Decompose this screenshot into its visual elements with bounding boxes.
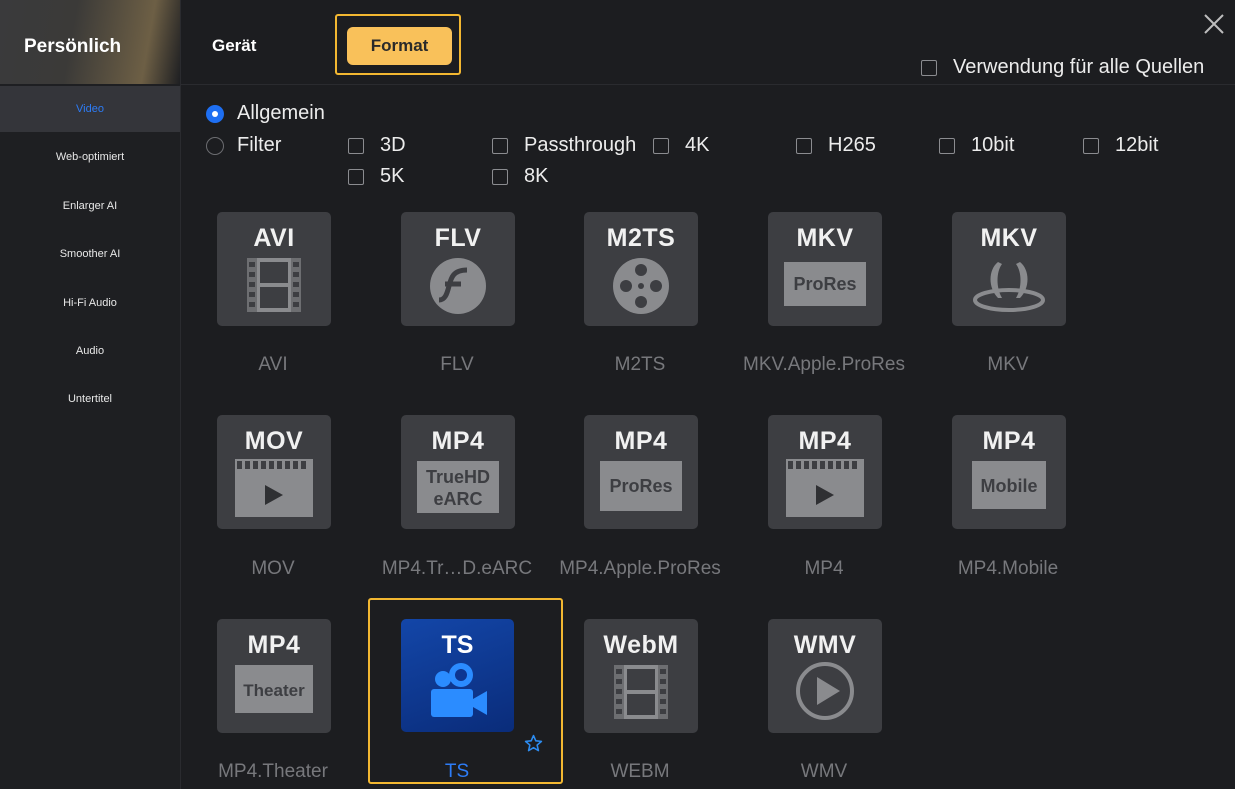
flash-icon	[430, 258, 486, 314]
format-caption-webm: WEBM	[610, 761, 670, 782]
sidebar-title: Persönlich	[24, 36, 122, 57]
format-caption-mp4-prores: MP4.Apple.ProRes	[559, 558, 721, 579]
sidebar: Persönlich Video Web-optimiert Enlarger …	[0, 0, 180, 789]
filter-12bit[interactable]: 12bit	[1083, 134, 1158, 157]
tile-sublabel-2: eARC	[433, 489, 482, 509]
format-caption-ts: TS	[444, 761, 470, 782]
filter-8k-checkbox[interactable]	[492, 168, 508, 185]
format-tile-mp4-prores[interactable]: MP4 ProRes	[584, 415, 698, 529]
apply-all-checkbox[interactable]	[921, 59, 937, 76]
filter-12bit-checkbox[interactable]	[1083, 137, 1099, 154]
filter-10bit-checkbox[interactable]	[939, 137, 955, 154]
sidebar-item-video[interactable]: Video	[0, 86, 180, 132]
filter-10bit[interactable]: 10bit	[939, 134, 1014, 157]
format-tile-ts[interactable]: TS	[401, 619, 514, 732]
sidebar-item-smoother-ai[interactable]: Smoother AI	[0, 231, 180, 277]
sidebar-item-enlarger-ai[interactable]: Enlarger AI	[0, 183, 180, 229]
tile-sublabel: ProRes	[793, 274, 856, 294]
tab-geraet[interactable]: Gerät	[212, 36, 256, 56]
prores-label-icon: ProRes	[784, 262, 866, 306]
filter-h265[interactable]: H265	[796, 134, 876, 157]
format-tile-mp4-truehd[interactable]: MP4 TrueHD eARC	[401, 415, 515, 529]
matroska-icon	[973, 262, 1045, 312]
tile-sublabel: Theater	[243, 681, 305, 700]
filter-3d-label: 3D	[380, 134, 406, 156]
video-player-icon	[235, 459, 313, 517]
tile-sublabel: ProRes	[609, 476, 672, 496]
format-tile-mp4[interactable]: MP4	[768, 415, 882, 529]
tile-sublabel: Mobile	[981, 476, 1038, 496]
sidebar-header: Persönlich	[0, 0, 180, 84]
format-caption-mp4-theater: MP4.Theater	[218, 761, 328, 782]
filter-h265-checkbox[interactable]	[796, 137, 812, 154]
filter-4k-checkbox[interactable]	[653, 137, 669, 154]
sidebar-divider	[180, 0, 181, 789]
format-tile-mp4-mobile[interactable]: MP4 Mobile	[952, 415, 1066, 529]
format-tile-wmv[interactable]: WMV	[768, 619, 882, 733]
sidebar-item-audio[interactable]: Audio	[0, 328, 180, 374]
format-tile-mov[interactable]: MOV	[217, 415, 331, 529]
play-circle-icon	[796, 662, 854, 720]
radio-filter-row[interactable]: Filter	[206, 134, 281, 157]
sidebar-item-untertitel[interactable]: Untertitel	[0, 376, 180, 422]
format-caption-m2ts: M2TS	[614, 354, 666, 375]
format-caption-wmv: WMV	[800, 761, 848, 782]
format-tile-mkv-prores[interactable]: MKV ProRes	[768, 212, 882, 326]
format-tile-m2ts[interactable]: M2TS	[584, 212, 698, 326]
mobile-label-icon: Mobile	[972, 461, 1046, 509]
video-camera-icon	[431, 663, 487, 717]
filter-passthrough-checkbox[interactable]	[492, 137, 508, 154]
video-player-icon	[786, 459, 864, 517]
filter-3d[interactable]: 3D	[348, 134, 406, 157]
filter-passthrough[interactable]: Passthrough	[492, 134, 636, 157]
filter-5k[interactable]: 5K	[348, 165, 404, 188]
sidebar-menu: Video Web-optimiert Enlarger AI Smoother…	[0, 86, 180, 425]
format-tile-avi[interactable]: AVI	[217, 212, 331, 326]
filter-8k-label: 8K	[524, 165, 549, 187]
film-strip-icon	[614, 665, 668, 719]
sidebar-item-hifi-audio[interactable]: Hi-Fi Audio	[0, 280, 180, 326]
star-icon[interactable]	[524, 734, 543, 753]
apply-all-label: Verwendung für alle Quellen	[953, 56, 1205, 78]
format-tile-mp4-theater[interactable]: MP4 Theater	[217, 619, 331, 733]
filter-passthrough-label: Passthrough	[524, 134, 637, 156]
format-caption-mp4: MP4	[804, 558, 844, 579]
filter-5k-label: 5K	[380, 165, 405, 187]
filter-4k[interactable]: 4K	[653, 134, 709, 157]
apply-all-sources[interactable]: Verwendung für alle Quellen	[921, 56, 1204, 79]
format-caption-avi: AVI	[258, 354, 288, 375]
tab-format[interactable]: Format	[347, 27, 452, 65]
filter-12bit-label: 12bit	[1115, 134, 1159, 156]
format-caption-flv: FLV	[440, 354, 474, 375]
sidebar-item-web-optimiert[interactable]: Web-optimiert	[0, 134, 180, 180]
format-caption-mkv: MKV	[987, 354, 1029, 375]
filter-3d-checkbox[interactable]	[348, 137, 364, 154]
format-caption-mkv-prores: MKV.Apple.ProRes	[743, 354, 905, 375]
tile-sublabel: TrueHD	[426, 467, 490, 487]
truehd-label-icon: TrueHD eARC	[417, 461, 499, 513]
format-tile-webm[interactable]: WebM	[584, 619, 698, 733]
radio-filter[interactable]	[206, 136, 224, 155]
filter-10bit-label: 10bit	[971, 134, 1015, 156]
filter-8k[interactable]: 8K	[492, 165, 548, 188]
format-caption-mov: MOV	[251, 558, 295, 579]
format-caption-mp4-mobile: MP4.Mobile	[957, 558, 1059, 579]
radio-filter-label: Filter	[237, 134, 282, 156]
radio-general-label: Allgemein	[237, 102, 325, 124]
format-tile-mkv[interactable]: MKV	[952, 212, 1066, 326]
radio-general[interactable]	[206, 104, 224, 123]
filter-h265-label: H265	[828, 134, 876, 156]
film-reel-icon	[613, 258, 669, 314]
filter-4k-label: 4K	[685, 134, 710, 156]
theater-label-icon: Theater	[235, 665, 313, 713]
format-caption-mp4-truehd: MP4.Tr…D.eARC	[381, 558, 533, 579]
format-tile-flv[interactable]: FLV	[401, 212, 515, 326]
radio-general-row[interactable]: Allgemein	[206, 102, 325, 125]
close-icon[interactable]	[1202, 12, 1226, 36]
film-strip-icon	[247, 258, 301, 312]
prores-label-icon: ProRes	[600, 461, 682, 511]
filter-5k-checkbox[interactable]	[348, 168, 364, 185]
